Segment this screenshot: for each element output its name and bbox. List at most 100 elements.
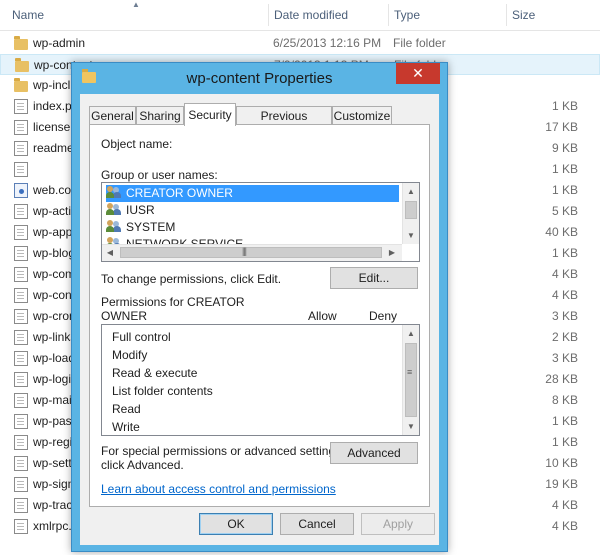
file-type: File folder (393, 36, 446, 50)
file-size: 5 KB (551, 204, 578, 218)
special-permissions-text-2: click Advanced. (101, 458, 184, 472)
object-name-label: Object name: (101, 137, 173, 151)
user-name: SYSTEM (126, 220, 176, 234)
file-size: 19 KB (545, 477, 578, 491)
permission-list-folder-contents: List folder contents (112, 384, 213, 398)
file-icon (14, 225, 28, 240)
file-icon (14, 435, 28, 450)
file-icon (14, 330, 28, 345)
file-row[interactable]: wp-admin 6/25/2013 12:16 PM File folder (0, 33, 600, 54)
tab-customize[interactable]: Customize (332, 106, 392, 125)
grip-icon: ≡ (407, 367, 412, 377)
file-size: 9 KB (551, 141, 578, 155)
file-size: 40 KB (545, 225, 578, 239)
special-permissions-text: For special permissions or advanced sett… (101, 444, 345, 458)
permission-read-execute: Read & execute (112, 366, 198, 380)
learn-access-control-link[interactable]: Learn about access control and permissio… (101, 482, 336, 496)
file-size: 2 KB (551, 330, 578, 344)
file-icon (14, 498, 28, 513)
file-size: 4 KB (551, 498, 578, 512)
permissions-for-label: Permissions for CREATOR (101, 295, 245, 309)
column-header: Name ▲ Date modified Type Size (0, 0, 600, 31)
scroll-thumb[interactable] (405, 201, 417, 219)
tab-general[interactable]: General (89, 106, 136, 125)
user-list-vscrollbar[interactable]: ▲ ▼ (402, 183, 419, 244)
permissions-vscrollbar[interactable]: ▲ ≡ ▼ (402, 325, 419, 435)
ok-button[interactable]: OK (199, 513, 273, 535)
file-icon (14, 309, 28, 324)
file-size: 10 KB (545, 456, 578, 470)
file-size: 1 KB (551, 246, 578, 260)
user-item-creator-owner[interactable]: CREATOR OWNER (106, 185, 399, 202)
user-list-hscrollbar[interactable]: ◀ ||| ▶ (102, 244, 402, 261)
scroll-left-icon[interactable]: ◀ (102, 245, 118, 261)
file-icon (14, 204, 28, 219)
scroll-thumb[interactable] (120, 247, 382, 258)
file-size: 4 KB (551, 519, 578, 533)
user-group-icon (106, 186, 122, 198)
advanced-button[interactable]: Advanced (330, 442, 418, 464)
file-icon (14, 519, 28, 534)
scroll-down-icon[interactable]: ▼ (403, 418, 419, 435)
title-bar[interactable]: wp-content Properties ✕ (72, 63, 447, 94)
scroll-up-icon[interactable]: ▲ (403, 325, 419, 342)
sort-up-icon: ▲ (132, 0, 140, 9)
file-icon (14, 162, 28, 177)
permissions-for-label-owner: OWNER (101, 309, 147, 323)
scroll-right-icon[interactable]: ▶ (384, 245, 400, 261)
deny-column-label: Deny (369, 309, 398, 323)
dialog-title: wp-content Properties (186, 70, 333, 87)
file-size: 4 KB (551, 288, 578, 302)
user-item-system[interactable]: SYSTEM (106, 219, 175, 236)
user-group-icon (106, 203, 122, 215)
grip-icon: ||| (242, 246, 247, 256)
file-icon (14, 267, 28, 282)
file-icon (14, 99, 28, 114)
edit-button[interactable]: Edit... (330, 267, 418, 289)
file-size: 1 KB (551, 183, 578, 197)
file-date: 6/25/2013 12:16 PM (273, 36, 382, 50)
cancel-button[interactable]: Cancel (280, 513, 354, 535)
user-name: IUSR (126, 203, 155, 217)
file-icon (14, 393, 28, 408)
apply-button[interactable]: Apply (361, 513, 435, 535)
dialog-client: General Sharing Security Previous Versio… (80, 94, 439, 545)
file-size: 3 KB (551, 309, 578, 323)
tab-security[interactable]: Security (184, 103, 236, 126)
permission-full-control: Full control (112, 330, 171, 344)
column-size[interactable]: Size (506, 0, 596, 30)
file-size: 1 KB (551, 162, 578, 176)
user-name: CREATOR OWNER (126, 186, 233, 200)
column-type[interactable]: Type (388, 0, 506, 30)
permission-read: Read (112, 402, 141, 416)
permission-modify: Modify (112, 348, 148, 362)
column-date[interactable]: Date modified (268, 0, 388, 30)
security-panel: Object name: Group or user names: CREATO… (89, 124, 430, 507)
file-icon (14, 477, 28, 492)
close-button[interactable]: ✕ (396, 63, 440, 84)
user-listbox[interactable]: CREATOR OWNER IUSR SYSTEM NETWORK SERVIC… (101, 182, 420, 262)
file-size: 1 KB (551, 99, 578, 113)
file-icon (14, 414, 28, 429)
file-icon (14, 141, 28, 156)
scroll-thumb[interactable] (405, 343, 417, 417)
allow-column-label: Allow (308, 309, 337, 323)
file-icon (14, 372, 28, 387)
permission-write: Write (112, 420, 140, 434)
file-size: 8 KB (551, 393, 578, 407)
scroll-up-icon[interactable]: ▲ (403, 183, 419, 200)
folder-icon (15, 58, 29, 72)
file-size: 28 KB (545, 372, 578, 386)
tab-previous-versions[interactable]: Previous Versions (236, 106, 332, 141)
file-size: 1 KB (551, 435, 578, 449)
scroll-down-icon[interactable]: ▼ (403, 227, 419, 244)
permissions-listbox[interactable]: Full control Modify Read & execute List … (101, 324, 420, 436)
user-item-iusr[interactable]: IUSR (106, 202, 155, 219)
tab-sharing[interactable]: Sharing (136, 106, 184, 125)
user-group-icon (106, 220, 122, 232)
file-icon (14, 288, 28, 303)
file-name: wp-admin (33, 36, 86, 50)
file-size: 17 KB (545, 120, 578, 134)
group-label: Group or user names: (101, 168, 218, 182)
config-icon (14, 183, 28, 198)
